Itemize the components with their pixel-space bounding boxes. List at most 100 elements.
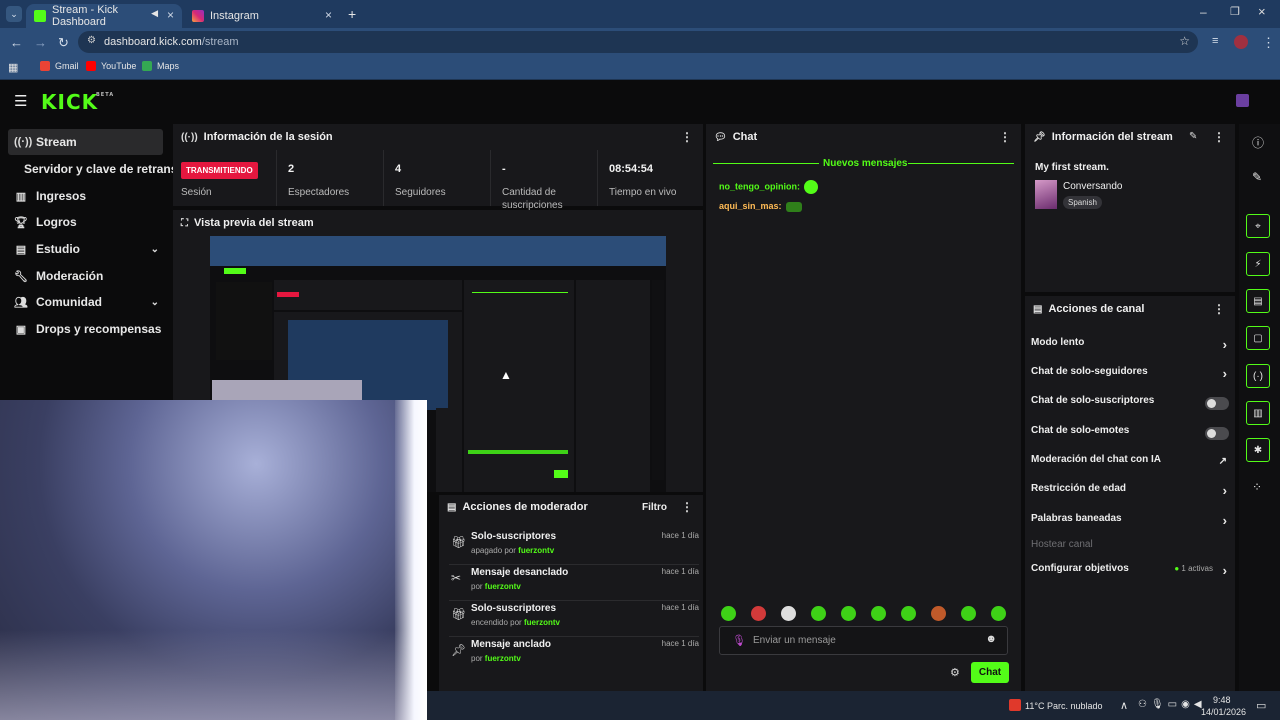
- tab-kick-dashboard[interactable]: Stream - Kick Dashboard ◀ ×: [26, 4, 182, 28]
- minimize-icon[interactable]: –: [1200, 5, 1207, 19]
- more-options-icon[interactable]: ⋮: [1213, 302, 1225, 316]
- emote-icon[interactable]: [811, 606, 826, 621]
- sidebar-item-server-key[interactable]: Servidor y clave de retransm: [18, 156, 178, 182]
- rail-layout-button[interactable]: ▥: [1246, 401, 1270, 425]
- mod-action-user[interactable]: fuerzontv: [485, 654, 521, 663]
- tab-search-button[interactable]: ⌄: [6, 6, 22, 22]
- mod-action-user[interactable]: fuerzontv: [518, 546, 554, 555]
- mod-action-item: 🎁︎ Solo-suscriptores apagado por fuerzon…: [449, 529, 699, 565]
- more-options-icon[interactable]: ⋮: [681, 130, 693, 144]
- mod-action-user[interactable]: fuerzontv: [524, 618, 560, 627]
- mod-action-user[interactable]: fuerzontv: [485, 582, 521, 591]
- stat-session: TRANSMITIENDO Sesión: [173, 150, 277, 206]
- sidebar-item-estudio[interactable]: ▤ Estudio ⌄: [8, 236, 163, 262]
- sidebar-item-ingresos[interactable]: ▥ Ingresos: [8, 183, 163, 209]
- emote-icon[interactable]: [841, 606, 856, 621]
- weather-temperature[interactable]: 11°C: [1025, 701, 1044, 711]
- stat-value: 4: [395, 163, 402, 175]
- sidebar-item-drops[interactable]: ▣ Drops y recompensas: [8, 316, 163, 342]
- rail-notes-button[interactable]: ▤: [1246, 289, 1270, 313]
- channel-action-banned-words[interactable]: Palabras baneadas ›: [1031, 513, 1229, 533]
- notifications-icon[interactable]: ▭: [1256, 699, 1266, 712]
- more-actions-icon[interactable]: ⁘: [1252, 480, 1262, 494]
- media-control-icon[interactable]: ≡: [1212, 35, 1218, 47]
- back-icon[interactable]: ←: [10, 35, 23, 50]
- mod-action-item: 🎁︎ Solo-suscriptores encendido por fuerz…: [449, 601, 699, 637]
- address-bar[interactable]: ⚙ dashboard.kick.com/stream ☆: [78, 31, 1198, 53]
- channel-action-slow-mode[interactable]: Modo lento ›: [1031, 337, 1229, 357]
- rail-flash-button[interactable]: ⚡︎: [1246, 252, 1270, 276]
- emote-icon[interactable]: [931, 606, 946, 621]
- more-options-icon[interactable]: ⋮: [999, 130, 1011, 144]
- new-tab-icon[interactable]: +: [348, 6, 356, 22]
- clock-time[interactable]: 9:48: [1213, 695, 1231, 705]
- close-icon[interactable]: ×: [167, 8, 174, 22]
- chat-input[interactable]: 🎙︎ Enviar un mensaje ☻: [719, 626, 1008, 655]
- rail-broadcast-button[interactable]: (·): [1246, 364, 1270, 388]
- emote-icon[interactable]: [991, 606, 1006, 621]
- chat-username[interactable]: aqui_sin_mas:: [719, 201, 782, 211]
- site-info-icon[interactable]: ⚙: [87, 35, 96, 46]
- emote-icon[interactable]: [751, 606, 766, 621]
- sidebar-item-moderacion[interactable]: 🔧︎ Moderación: [8, 263, 163, 289]
- emoji-icon[interactable]: ☻: [985, 633, 997, 645]
- forward-icon[interactable]: →: [34, 35, 47, 50]
- emote-icon[interactable]: [871, 606, 886, 621]
- bookmark-youtube[interactable]: YouTube: [86, 61, 136, 71]
- bookmark-gmail[interactable]: Gmail: [40, 61, 79, 71]
- user-avatar[interactable]: [1236, 94, 1249, 107]
- channel-action-ai-moderation[interactable]: Moderación del chat con IA ↗: [1031, 454, 1229, 474]
- preview-live-badge: [277, 292, 299, 297]
- sidebar-item-comunidad[interactable]: 👥︎ Comunidad ⌄: [8, 289, 163, 315]
- people-icon: 👥︎: [14, 296, 28, 309]
- edit-pencil-icon[interactable]: ✎: [1189, 131, 1197, 142]
- tray-icons[interactable]: ⚇🎙︎▭◉◀: [1138, 699, 1206, 710]
- tab-instagram[interactable]: Instagram ×: [184, 4, 340, 28]
- emotes-only-toggle[interactable]: [1205, 427, 1229, 440]
- bookmark-maps[interactable]: Maps: [142, 61, 179, 71]
- filter-button[interactable]: Filtro: [642, 502, 667, 513]
- category-name[interactable]: Conversando: [1063, 181, 1122, 192]
- close-icon[interactable]: ×: [325, 8, 332, 22]
- subscribers-only-toggle[interactable]: [1205, 397, 1229, 410]
- channel-action-goals[interactable]: Configurar objetivos ● 1 activas ›: [1031, 563, 1229, 583]
- rail-tools-button[interactable]: ✱: [1246, 438, 1270, 462]
- sidebar-item-logros[interactable]: 🏆︎ Logros: [8, 209, 163, 235]
- clock-date[interactable]: 14/01/2026: [1201, 707, 1246, 717]
- chat-username[interactable]: no_tengo_opinion:: [719, 181, 800, 191]
- chat-input-placeholder: Enviar un mensaje: [753, 635, 836, 646]
- more-options-icon[interactable]: ⋮: [681, 500, 693, 514]
- info-icon[interactable]: ⓘ: [1252, 134, 1264, 151]
- channel-action-emotes-only[interactable]: Chat de solo-emotes: [1031, 425, 1229, 445]
- emote-icon[interactable]: [781, 606, 796, 621]
- channel-action-age-restriction[interactable]: Restricción de edad ›: [1031, 483, 1229, 503]
- edit-icon[interactable]: ✎: [1252, 170, 1262, 184]
- microphone-icon[interactable]: 🎙︎: [732, 634, 746, 647]
- emote-icon[interactable]: [901, 606, 916, 621]
- chat-settings-icon[interactable]: ⚙: [950, 666, 960, 679]
- apps-grid-icon[interactable]: ▦: [8, 61, 18, 74]
- channel-action-subscribers-only[interactable]: Chat de solo-suscriptores: [1031, 395, 1229, 415]
- kick-logo[interactable]: KICK BETA: [41, 90, 113, 114]
- restore-icon[interactable]: ❐: [1230, 5, 1240, 18]
- tray-chevron-icon[interactable]: ∧: [1120, 699, 1128, 712]
- rail-chat-button[interactable]: ▢: [1246, 326, 1270, 350]
- chat-send-button[interactable]: Chat: [971, 662, 1009, 683]
- emote-icon[interactable]: [961, 606, 976, 621]
- reload-icon[interactable]: ↻: [58, 35, 69, 51]
- chat-bubble-icon: 💬︎: [714, 131, 727, 143]
- channel-action-followers-only[interactable]: Chat de solo-seguidores ›: [1031, 366, 1229, 386]
- kick-favicon-icon: [34, 10, 46, 22]
- weather-condition[interactable]: Parc. nublado: [1047, 701, 1103, 711]
- emote-icon[interactable]: [721, 606, 736, 621]
- bookmark-star-icon[interactable]: ☆: [1179, 34, 1190, 48]
- hamburger-menu-icon[interactable]: ☰: [14, 92, 27, 110]
- close-window-icon[interactable]: ×: [1258, 4, 1266, 19]
- preview-browser-chrome: [210, 236, 666, 266]
- menu-kebab-icon[interactable]: ⋮: [1262, 35, 1275, 51]
- weather-icon: [1009, 699, 1021, 711]
- profile-avatar[interactable]: [1234, 35, 1248, 49]
- sidebar-item-stream[interactable]: ((·)) Stream: [8, 129, 163, 155]
- rail-clip-button[interactable]: ⌖: [1246, 214, 1270, 238]
- more-options-icon[interactable]: ⋮: [1213, 130, 1225, 144]
